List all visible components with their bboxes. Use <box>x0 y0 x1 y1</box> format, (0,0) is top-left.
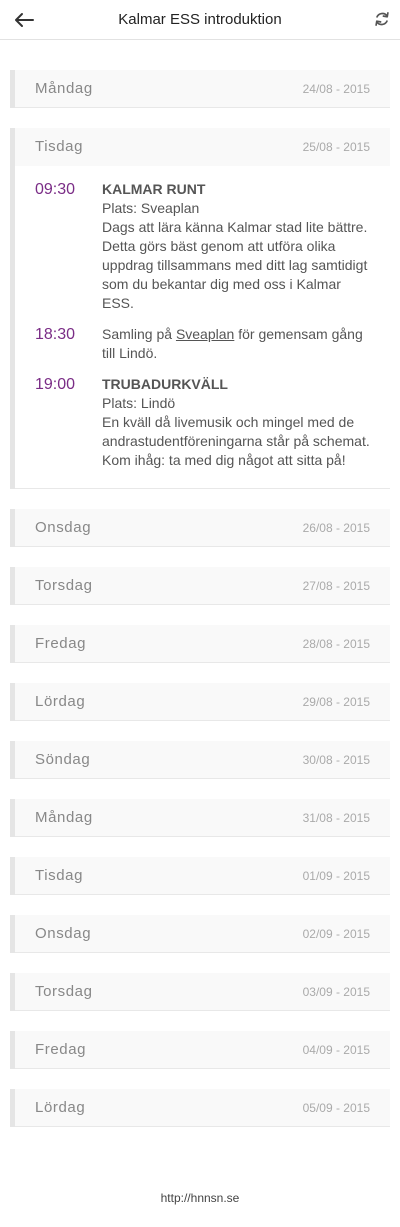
day-name: Torsdag <box>35 983 93 1000</box>
day-date: 26/08 - 2015 <box>302 521 370 535</box>
place-link[interactable]: Sveaplan <box>176 326 234 342</box>
day-date: 04/09 - 2015 <box>302 1043 370 1057</box>
day-section[interactable]: Måndag 24/08 - 2015 <box>10 70 390 108</box>
schedule-list: Måndag 24/08 - 2015 Tisdag 25/08 - 2015 … <box>10 70 390 1147</box>
day-date: 02/09 - 2015 <box>302 927 370 941</box>
day-section[interactable]: Lördag 29/08 - 2015 <box>10 683 390 721</box>
day-header[interactable]: Tisdag 01/09 - 2015 <box>15 857 390 895</box>
day-header[interactable]: Onsdag 02/09 - 2015 <box>15 915 390 953</box>
day-name: Lördag <box>35 1099 86 1116</box>
event-list: 09:30 KALMAR RUNT Plats: Sveaplan Dags a… <box>15 166 390 489</box>
day-date: 31/08 - 2015 <box>302 811 370 825</box>
day-name: Fredag <box>35 635 87 652</box>
day-name: Måndag <box>35 80 93 97</box>
day-header[interactable]: Måndag 31/08 - 2015 <box>15 799 390 837</box>
day-date: 30/08 - 2015 <box>302 753 370 767</box>
day-section[interactable]: Torsdag 03/09 - 2015 <box>10 973 390 1011</box>
day-date: 05/09 - 2015 <box>302 1101 370 1115</box>
refresh-icon[interactable] <box>373 10 391 28</box>
event-body: TRUBADURKVÄLL Plats: Lindö En kväll då l… <box>102 375 370 470</box>
day-name: Tisdag <box>35 138 84 155</box>
day-header[interactable]: Fredag 28/08 - 2015 <box>15 625 390 663</box>
day-section[interactable]: Måndag 31/08 - 2015 <box>10 799 390 837</box>
day-header[interactable]: Torsdag 03/09 - 2015 <box>15 973 390 1011</box>
day-header[interactable]: Fredag 04/09 - 2015 <box>15 1031 390 1069</box>
day-date: 28/08 - 2015 <box>302 637 370 651</box>
day-section[interactable]: Lördag 05/09 - 2015 <box>10 1089 390 1127</box>
footer-url[interactable]: http://hnnsn.se <box>0 1191 400 1205</box>
day-header[interactable]: Måndag 24/08 - 2015 <box>15 70 390 108</box>
day-header[interactable]: Onsdag 26/08 - 2015 <box>15 509 390 547</box>
event-time: 19:00 <box>35 376 76 393</box>
event-description: En kväll då livemusik och mingel med de … <box>102 414 370 449</box>
day-section[interactable]: Tisdag 01/09 - 2015 <box>10 857 390 895</box>
event-text: Samling på <box>102 326 176 342</box>
event-time: 18:30 <box>35 326 76 343</box>
day-name: Fredag <box>35 1041 87 1058</box>
day-date: 27/08 - 2015 <box>302 579 370 593</box>
top-bar: Kalmar ESS introduktion <box>0 0 400 40</box>
day-header[interactable]: Tisdag 25/08 - 2015 <box>15 128 390 166</box>
day-date: 03/09 - 2015 <box>302 985 370 999</box>
event-body: Samling på Sveaplan för gemensam gång ti… <box>102 325 370 363</box>
day-name: Söndag <box>35 751 91 768</box>
day-name: Tisdag <box>35 867 84 884</box>
event-body: KALMAR RUNT Plats: Sveaplan Dags att lär… <box>102 180 370 313</box>
event-time: 09:30 <box>35 181 76 198</box>
event-description: Dags att lära känna Kalmar stad lite bät… <box>102 219 368 311</box>
day-section-expanded[interactable]: Tisdag 25/08 - 2015 09:30 KALMAR RUNT Pl… <box>10 128 390 489</box>
event-item: 19:00 TRUBADURKVÄLL Plats: Lindö En kväl… <box>35 375 370 470</box>
event-title: KALMAR RUNT <box>102 181 206 197</box>
day-section[interactable]: Torsdag 27/08 - 2015 <box>10 567 390 605</box>
event-note: Kom ihåg: ta med dig något att sitta på! <box>102 452 346 468</box>
day-section[interactable]: Söndag 30/08 - 2015 <box>10 741 390 779</box>
event-title: TRUBADURKVÄLL <box>102 376 228 392</box>
day-header[interactable]: Lördag 05/09 - 2015 <box>15 1089 390 1127</box>
day-section[interactable]: Onsdag 26/08 - 2015 <box>10 509 390 547</box>
day-name: Onsdag <box>35 519 92 536</box>
day-header[interactable]: Söndag 30/08 - 2015 <box>15 741 390 779</box>
page-title: Kalmar ESS introduktion <box>118 11 282 28</box>
day-header[interactable]: Torsdag 27/08 - 2015 <box>15 567 390 605</box>
day-section[interactable]: Fredag 04/09 - 2015 <box>10 1031 390 1069</box>
day-name: Torsdag <box>35 577 93 594</box>
event-item: 18:30 Samling på Sveaplan för gemensam g… <box>35 325 370 363</box>
day-date: 29/08 - 2015 <box>302 695 370 709</box>
day-section[interactable]: Onsdag 02/09 - 2015 <box>10 915 390 953</box>
event-item: 09:30 KALMAR RUNT Plats: Sveaplan Dags a… <box>35 180 370 313</box>
day-name: Lördag <box>35 693 86 710</box>
day-name: Måndag <box>35 809 93 826</box>
day-header[interactable]: Lördag 29/08 - 2015 <box>15 683 390 721</box>
day-date: 24/08 - 2015 <box>302 82 370 96</box>
event-place: Plats: Lindö <box>102 395 176 411</box>
day-section[interactable]: Fredag 28/08 - 2015 <box>10 625 390 663</box>
day-date: 25/08 - 2015 <box>302 140 370 154</box>
event-place: Plats: Sveaplan <box>102 200 200 216</box>
day-date: 01/09 - 2015 <box>302 869 370 883</box>
day-name: Onsdag <box>35 925 92 942</box>
